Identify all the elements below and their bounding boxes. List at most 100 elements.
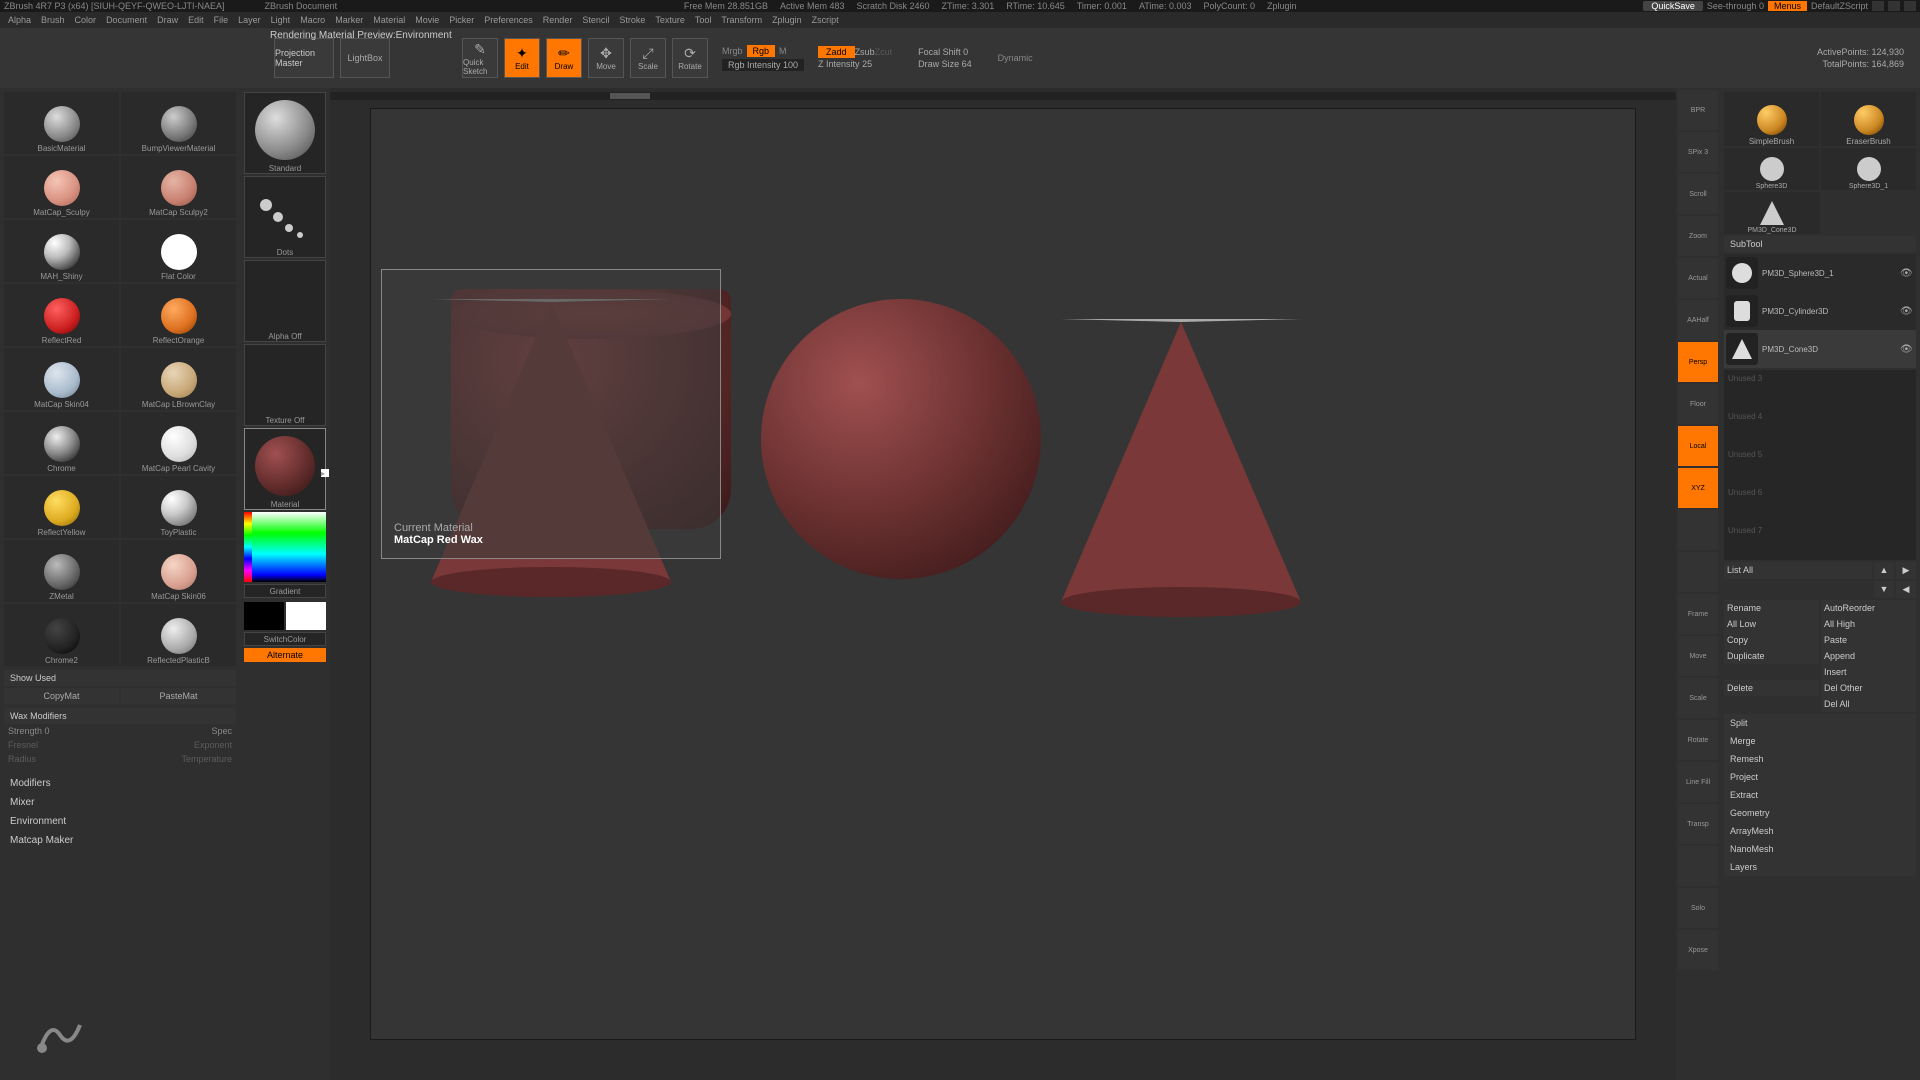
paste-button[interactable]: Paste	[1821, 632, 1916, 648]
gradient-toggle[interactable]: Gradient	[244, 584, 326, 598]
draw-button[interactable]: ✏Draw	[546, 38, 582, 78]
strength-slider[interactable]: Strength 0	[8, 726, 50, 736]
menu-picker[interactable]: Picker	[449, 15, 474, 25]
material-matcap-sculpy2[interactable]: MatCap Sculpy2	[121, 156, 236, 218]
rstrip-blank[interactable]	[1678, 552, 1718, 592]
rstrip-blank[interactable]	[1678, 510, 1718, 550]
menu-movie[interactable]: Movie	[415, 15, 439, 25]
subtool-pm3d_sphere3d_1[interactable]: PM3D_Sphere3D_1👁	[1724, 254, 1916, 292]
menu-zplugin[interactable]: Zplugin	[772, 15, 802, 25]
rstrip-transp[interactable]: Transp	[1678, 804, 1718, 844]
section-extract[interactable]: Extract	[1724, 786, 1916, 804]
visibility-icon[interactable]: 👁	[1900, 306, 1914, 317]
duplicate-button[interactable]: Duplicate	[1724, 648, 1819, 664]
menu-light[interactable]: Light	[271, 15, 291, 25]
projection-master-button[interactable]: Projection Master	[274, 38, 334, 78]
tool-thumb-cone[interactable]: PM3D_Cone3D	[1724, 192, 1820, 234]
mixer-section[interactable]: Mixer	[4, 793, 236, 812]
arrow-down-icon[interactable]: ▼	[1874, 581, 1894, 598]
arrow-up-icon[interactable]: ▲	[1874, 562, 1894, 579]
material-reflectyellow[interactable]: ReflectYellow	[4, 476, 119, 538]
material-reflectedplasticb[interactable]: ReflectedPlasticB	[121, 604, 236, 666]
insert-button[interactable]: Insert	[1821, 664, 1916, 680]
focal-shift-slider[interactable]: Focal Shift 0	[918, 47, 972, 57]
material-matcap-skin06[interactable]: MatCap Skin06	[121, 540, 236, 602]
rstrip-solo[interactable]: Solo	[1678, 888, 1718, 928]
material-matcap-lbrownclay[interactable]: MatCap LBrownClay	[121, 348, 236, 410]
menu-macro[interactable]: Macro	[300, 15, 325, 25]
canvas-area[interactable]: Current Material MatCap Red Wax	[330, 88, 1676, 1080]
menu-edit[interactable]: Edit	[188, 15, 204, 25]
visibility-icon[interactable]: 👁	[1900, 344, 1914, 355]
subtool-header[interactable]: SubTool	[1724, 236, 1916, 252]
modifiers-section[interactable]: Modifiers	[4, 774, 236, 793]
primary-color-swatch[interactable]	[286, 602, 326, 630]
all-low-button[interactable]: All Low	[1724, 616, 1819, 632]
rename-button[interactable]: Rename	[1724, 600, 1819, 616]
scale-button[interactable]: ⤢Scale	[630, 38, 666, 78]
copymat-button[interactable]: CopyMat	[4, 688, 119, 704]
delete-button[interactable]: Delete	[1724, 680, 1819, 696]
material-matcap-sculpy[interactable]: MatCap_Sculpy	[4, 156, 119, 218]
section-geometry[interactable]: Geometry	[1724, 804, 1916, 822]
menu-file[interactable]: File	[214, 15, 229, 25]
spec-slider[interactable]: Spec	[211, 726, 232, 736]
color-picker[interactable]	[244, 512, 326, 582]
rstrip-persp[interactable]: Persp	[1678, 342, 1718, 382]
menu-alpha[interactable]: Alpha	[8, 15, 31, 25]
section-remesh[interactable]: Remesh	[1724, 750, 1916, 768]
rstrip-actual[interactable]: Actual	[1678, 258, 1718, 298]
section-project[interactable]: Project	[1724, 768, 1916, 786]
rstrip-frame[interactable]: Frame	[1678, 594, 1718, 634]
rstrip-line-fill[interactable]: Line Fill	[1678, 762, 1718, 802]
rstrip-scroll[interactable]: Scroll	[1678, 174, 1718, 214]
rstrip-spix-3[interactable]: SPix 3	[1678, 132, 1718, 172]
rstrip-scale[interactable]: Scale	[1678, 678, 1718, 718]
stroke-slot[interactable]: Dots	[244, 176, 326, 258]
list-all-button[interactable]: List All	[1724, 562, 1872, 579]
menu-document[interactable]: Document	[106, 15, 147, 25]
environment-section[interactable]: Environment	[4, 812, 236, 831]
mrgb-toggle[interactable]: Mrgb	[722, 46, 743, 56]
rstrip-floor[interactable]: Floor	[1678, 384, 1718, 424]
all-high-button[interactable]: All High	[1821, 616, 1916, 632]
menu-texture[interactable]: Texture	[655, 15, 685, 25]
del-other-button[interactable]: Del Other	[1821, 680, 1916, 696]
temperature-slider[interactable]: Temperature	[181, 754, 232, 764]
rstrip-move[interactable]: Move	[1678, 636, 1718, 676]
menus-button[interactable]: Menus	[1768, 1, 1807, 11]
seethrough-slider[interactable]: See-through 0	[1707, 1, 1764, 11]
zcut-toggle[interactable]: Zcut	[875, 47, 893, 57]
menu-material[interactable]: Material	[373, 15, 405, 25]
quicksave-button[interactable]: QuickSave	[1643, 1, 1703, 11]
menu-brush[interactable]: Brush	[41, 15, 65, 25]
max-icon[interactable]	[1888, 1, 1900, 11]
del-all-button[interactable]: Del All	[1821, 696, 1916, 712]
brush-slot[interactable]: Standard	[244, 92, 326, 174]
brush-simplebrush[interactable]: SimpleBrush	[1724, 92, 1819, 146]
min-icon[interactable]	[1872, 1, 1884, 11]
wax-modifiers-header[interactable]: Wax Modifiers	[4, 708, 236, 724]
menu-render[interactable]: Render	[543, 15, 573, 25]
fresnel-slider[interactable]: Fresnel	[8, 740, 38, 750]
draw-size-slider[interactable]: Draw Size 64	[918, 59, 972, 69]
autoreorder-button[interactable]: AutoReorder	[1821, 600, 1916, 616]
default-script[interactable]: DefaultZScript	[1811, 1, 1868, 11]
rstrip-zoom[interactable]: Zoom	[1678, 216, 1718, 256]
rstrip-xpose[interactable]: Xpose	[1678, 930, 1718, 970]
material-slot[interactable]: Material ▸	[244, 428, 326, 510]
rstrip-bpr[interactable]: BPR	[1678, 90, 1718, 130]
subtool-pm3d_cone3d[interactable]: PM3D_Cone3D👁	[1724, 330, 1916, 368]
move-button[interactable]: ✥Move	[588, 38, 624, 78]
rotate-button[interactable]: ⟳Rotate	[672, 38, 708, 78]
secondary-color-swatch[interactable]	[244, 602, 284, 630]
visibility-icon[interactable]: 👁	[1900, 268, 1914, 279]
menu-stroke[interactable]: Stroke	[619, 15, 645, 25]
brush-eraserbrush[interactable]: EraserBrush	[1821, 92, 1916, 146]
menu-tool[interactable]: Tool	[695, 15, 712, 25]
material-chrome2[interactable]: Chrome2	[4, 604, 119, 666]
copy-button[interactable]: Copy	[1724, 632, 1819, 648]
material-flat-color[interactable]: Flat Color	[121, 220, 236, 282]
rstrip-aahalf[interactable]: AAHalf	[1678, 300, 1718, 340]
radius-slider[interactable]: Radius	[8, 754, 36, 764]
